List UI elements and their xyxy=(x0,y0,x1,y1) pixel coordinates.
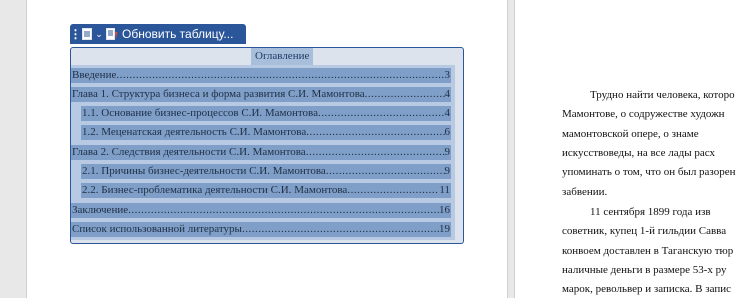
toc-entry[interactable]: Глава 2. Следствия деятельности С.И. Мам… xyxy=(71,144,451,161)
body-text-line: 11 сентября 1899 года изв xyxy=(590,206,711,218)
toc-entry-label: Глава 2. Следствия деятельности С.И. Мам… xyxy=(72,146,306,158)
toc-entry-page: 11 xyxy=(439,184,450,196)
body-text-line: забвении. xyxy=(562,186,608,198)
update-table-button[interactable]: Обновить таблицу... xyxy=(120,27,233,41)
toc-entry-page: 16 xyxy=(439,204,450,216)
toc-heading: Оглавление xyxy=(251,48,314,65)
toc-entry-page: 19 xyxy=(439,223,450,235)
body-text-line: наличные деньги в размере 53-х ру xyxy=(562,264,727,276)
toc-entry[interactable]: 1.1. Основание бизнес-процессов С.И. Мам… xyxy=(81,105,451,122)
toc-entry[interactable]: Глава 1. Структура бизнеса и форма разви… xyxy=(71,86,451,103)
body-text-line: упоминать о том, что он был разорен xyxy=(562,166,736,178)
toc-entry[interactable]: 2.1. Причины бизнес-деятельности С.И. Ма… xyxy=(81,163,451,180)
toc-entry-label: 1.2. Меценатская деятельность С.И. Мамон… xyxy=(82,126,307,138)
toc-entry-label: 2.2. Бизнес-проблематика деятельности С.… xyxy=(82,184,348,196)
toc-entry-page: 4 xyxy=(444,107,451,119)
toc-entry-page: 4 xyxy=(444,88,451,100)
chevron-down-icon[interactable]: ⌄ xyxy=(94,24,104,44)
toc-entry[interactable]: Введение 3 xyxy=(71,67,451,84)
table-of-contents[interactable]: Оглавление Введение 3 Глава 1. Структура … xyxy=(70,47,464,244)
toc-entry[interactable]: 1.2. Меценатская деятельность С.И. Мамон… xyxy=(81,124,451,141)
toc-entry[interactable]: Список использованной литературы 19 xyxy=(71,221,451,238)
toc-entry[interactable]: 2.2. Бизнес-проблематика деятельности С.… xyxy=(81,182,451,199)
toc-entry-label: Заключение xyxy=(72,204,129,216)
body-text-line: искусствоведы, на все лады расх xyxy=(562,147,716,159)
toc-entry-page: 3 xyxy=(444,69,451,81)
toc-entry-label: 1.1. Основание бизнес-процессов С.И. Мам… xyxy=(82,107,318,119)
toc-entry-label: Глава 1. Структура бизнеса и форма разви… xyxy=(72,88,365,100)
body-text-line: Трудно найти человека, которо xyxy=(590,89,735,101)
drag-handle-icon[interactable]: ⋮ xyxy=(70,24,82,44)
toc-entry[interactable]: Заключение 16 xyxy=(71,202,451,219)
update-table-icon[interactable] xyxy=(104,24,120,44)
toc-entry-label: 2.1. Причины бизнес-деятельности С.И. Ма… xyxy=(82,165,326,177)
toc-entry-page: 9 xyxy=(444,146,451,158)
toc-entry-label: Список использованной литературы xyxy=(72,223,242,235)
body-text-line: Мамонтове, о содружестве художн xyxy=(562,108,725,120)
body-text-line: марок, револьвер и записка. В запис xyxy=(562,283,731,295)
body-text-line: мамонтовской опере, о знаме xyxy=(562,128,699,140)
toc-entry-page: 6 xyxy=(444,126,451,138)
toc-entry-label: Введение xyxy=(72,69,117,81)
document-icon[interactable] xyxy=(80,24,94,44)
body-text-line: советник, купец 1-й гильдии Савва xyxy=(562,225,727,237)
toc-entry-page: 9 xyxy=(444,165,451,177)
body-text-line: конвоем доставлен в Таганскую тюр xyxy=(562,245,734,257)
toc-content-control-toolbar: ⋮ ⌄ Обновить таблицу... xyxy=(70,24,246,44)
